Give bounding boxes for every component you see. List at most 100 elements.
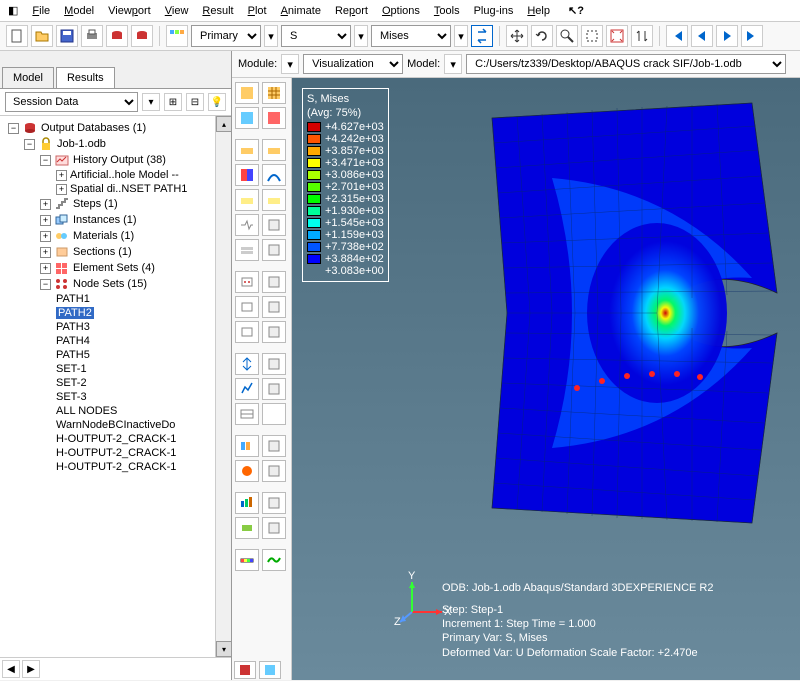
tree-nodeset-item[interactable]: PATH4 [0, 334, 231, 348]
vis-tool-16[interactable] [262, 271, 286, 293]
tree-nodeset-item[interactable]: SET-3 [0, 390, 231, 404]
expand-icon[interactable]: + [40, 215, 51, 226]
collapse-icon[interactable]: − [8, 123, 19, 134]
field-select[interactable]: S [281, 25, 351, 47]
vis-tool-13[interactable] [235, 239, 259, 261]
menu-model[interactable]: Model [64, 5, 94, 17]
vis-tool-27[interactable] [235, 435, 259, 457]
session-btn-1[interactable]: ▾ [142, 93, 160, 111]
tab-results[interactable]: Results [56, 67, 115, 88]
expand-icon[interactable]: + [40, 199, 51, 210]
collapse-icon[interactable]: − [40, 279, 51, 290]
vis-tool-30[interactable] [262, 460, 286, 482]
expand-icon[interactable]: + [40, 231, 51, 242]
vis-tool-4[interactable] [262, 107, 286, 129]
tree-nodesets[interactable]: −Node Sets (15) [0, 276, 231, 292]
vis-tool-20[interactable] [262, 321, 286, 343]
menu-view[interactable]: View [165, 5, 189, 17]
vis-tool-28[interactable] [262, 435, 286, 457]
next-frame-button[interactable] [716, 25, 738, 47]
menu-plot[interactable]: Plot [248, 5, 267, 17]
menu-tools[interactable]: Tools [434, 5, 460, 17]
module-nav[interactable]: ▾ [281, 54, 299, 74]
vis-tool-8[interactable] [262, 164, 286, 186]
tree-nodeset-item[interactable]: WarnNodeBCInactiveDo [0, 418, 231, 432]
vis-tool-29[interactable] [235, 460, 259, 482]
tab-model[interactable]: Model [2, 67, 54, 88]
comp-nav2[interactable]: ▾ [454, 25, 468, 47]
vis-tool-5[interactable] [235, 139, 259, 161]
print-button[interactable] [81, 25, 103, 47]
menu-animate[interactable]: Animate [281, 5, 321, 17]
session-select[interactable]: Session Data [5, 92, 138, 112]
expand-icon[interactable]: + [40, 263, 51, 274]
scroll-down-button[interactable]: ▾ [216, 641, 231, 657]
whats-this-icon[interactable]: ↖? [568, 4, 584, 17]
tree-nodeset-item[interactable]: SET-2 [0, 376, 231, 390]
save-button[interactable] [56, 25, 78, 47]
tree-scrollbar[interactable]: ▴ ▾ [215, 116, 231, 657]
bottom-tool-2[interactable] [259, 661, 281, 679]
tree-nodeset-item[interactable]: H-OUTPUT-2_CRACK-1 [0, 446, 231, 460]
menu-result[interactable]: Result [202, 5, 233, 17]
variable-type-select[interactable]: Primary [191, 25, 261, 47]
tree-nodeset-item[interactable]: PATH5 [0, 348, 231, 362]
expand-icon[interactable]: + [56, 184, 67, 195]
vis-tool-7[interactable] [235, 164, 259, 186]
collapse-icon[interactable]: − [24, 139, 35, 150]
tree-history-item[interactable]: +Spatial di..NSET PATH1 [0, 182, 231, 196]
session-btn-3[interactable]: ⊟ [186, 93, 204, 111]
module-select[interactable]: Visualization [303, 54, 403, 74]
tree-bottom-btn-2[interactable]: ▶ [22, 660, 40, 678]
expand-icon[interactable]: + [56, 170, 67, 181]
tree-elemsets[interactable]: +Element Sets (4) [0, 260, 231, 276]
tree-nodeset-item[interactable]: H-OUTPUT-2_CRACK-1 [0, 460, 231, 474]
vis-tool-35[interactable] [235, 549, 259, 571]
open-button[interactable] [31, 25, 53, 47]
tree-nodeset-item[interactable]: SET-1 [0, 362, 231, 376]
session-btn-2[interactable]: ⊞ [164, 93, 182, 111]
db-button-1[interactable] [106, 25, 128, 47]
tree-materials[interactable]: +Materials (1) [0, 228, 231, 244]
vis-tool-14[interactable] [262, 239, 286, 261]
vis-tool-24[interactable] [262, 378, 286, 400]
vis-tool-21[interactable] [235, 353, 259, 375]
first-frame-button[interactable] [666, 25, 688, 47]
vis-tool-33[interactable] [235, 517, 259, 539]
db-button-2[interactable] [131, 25, 153, 47]
model-select[interactable]: C:/Users/tz339/Desktop/ABAQUS crack SIF/… [466, 54, 786, 74]
vis-tool-15[interactable] [235, 271, 259, 293]
tree-nodeset-item[interactable]: ALL NODES [0, 404, 231, 418]
vis-tool-3[interactable] [235, 107, 259, 129]
menu-plugins[interactable]: Plug-ins [474, 5, 514, 17]
tree-history[interactable]: −History Output (38) [0, 152, 231, 168]
vis-tool-31[interactable] [235, 492, 259, 514]
sync-button[interactable] [471, 25, 493, 47]
vis-tool-11[interactable] [235, 214, 259, 236]
viewport[interactable]: S, Mises (Avg: 75%) +4.627e+03+4.242e+03… [292, 78, 800, 680]
vis-tool-19[interactable] [235, 321, 259, 343]
vis-tool-6[interactable] [262, 139, 286, 161]
comp-nav[interactable]: ▾ [354, 25, 368, 47]
vis-tool-23[interactable] [235, 378, 259, 400]
component-select[interactable]: Mises [371, 25, 451, 47]
menu-options[interactable]: Options [382, 5, 420, 17]
vis-tool-36[interactable] [262, 549, 286, 571]
collapse-icon[interactable]: − [40, 155, 51, 166]
tree-nodeset-item[interactable]: PATH2 [0, 306, 231, 320]
vis-tool-12[interactable] [262, 214, 286, 236]
vis-tool-10[interactable] [262, 189, 286, 211]
tree-steps[interactable]: +Steps (1) [0, 196, 231, 212]
cycle-button[interactable] [631, 25, 653, 47]
tree-job[interactable]: −Job-1.odb [0, 136, 231, 152]
last-frame-button[interactable] [741, 25, 763, 47]
tree-nodeset-item[interactable]: PATH3 [0, 320, 231, 334]
vis-tool-17[interactable] [235, 296, 259, 318]
session-btn-4[interactable]: 💡 [208, 93, 226, 111]
field-nav[interactable]: ▾ [264, 25, 278, 47]
tree-bottom-btn-1[interactable]: ◀ [2, 660, 20, 678]
vis-tool-18[interactable] [262, 296, 286, 318]
expand-icon[interactable]: + [40, 247, 51, 258]
tree-instances[interactable]: +Instances (1) [0, 212, 231, 228]
zoom-button[interactable] [556, 25, 578, 47]
